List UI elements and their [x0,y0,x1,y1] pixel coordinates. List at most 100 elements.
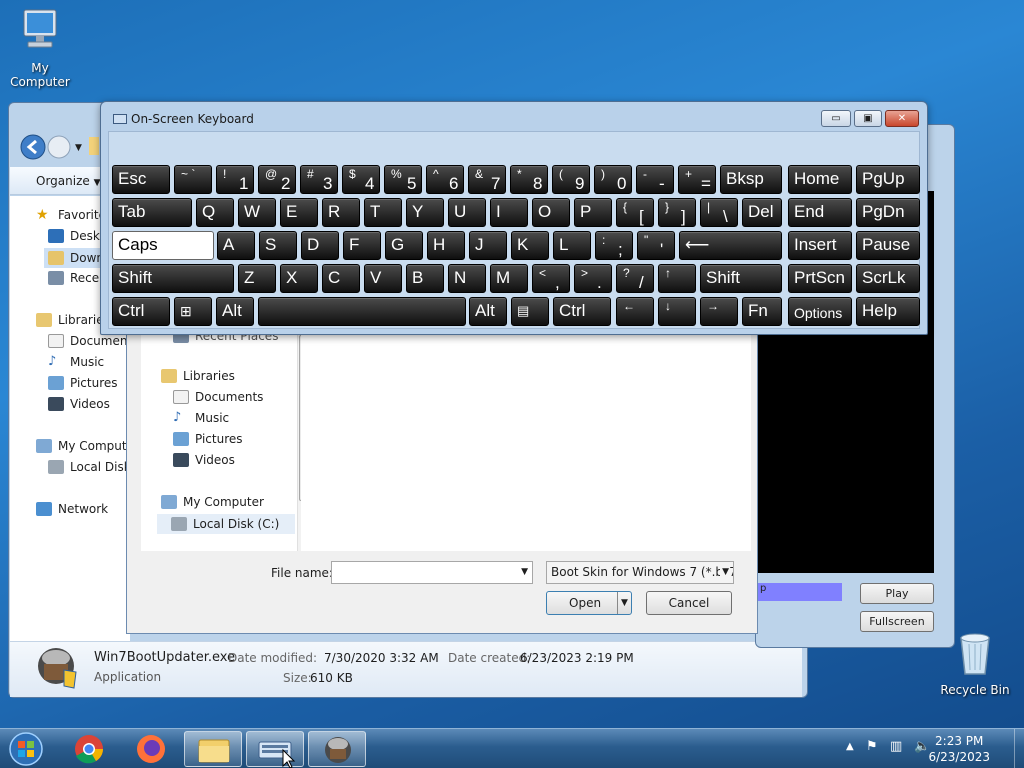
key-3[interactable]: #3 [300,165,338,194]
key-o[interactable]: O [532,198,570,227]
dialog-nav-videos[interactable]: Videos [173,453,235,467]
file-type-select[interactable]: Boot Skin for Windows 7 (*.bs7) ▼ [546,561,734,584]
key-shift-left[interactable]: Shift [112,264,234,293]
key-end[interactable]: End [788,198,852,227]
key-fn[interactable]: Fn [742,297,782,326]
show-desktop-button[interactable] [1014,729,1024,768]
key-e[interactable]: E [280,198,318,227]
key-ctrl-left[interactable]: Ctrl [112,297,170,326]
open-button[interactable]: Open ▼ [546,591,632,615]
key-insert[interactable]: Insert [788,231,852,260]
key-m[interactable]: M [490,264,528,293]
nav-my-computer[interactable]: My Compute [36,439,134,453]
nav-favorites[interactable]: ★ Favorite [36,208,106,222]
back-button[interactable] [19,133,47,164]
key-comma[interactable]: <, [532,264,570,293]
open-dropdown-icon[interactable]: ▼ [617,592,631,614]
key-1[interactable]: ! 1 [216,165,254,194]
key-caps[interactable]: Caps [112,231,214,260]
key-tab[interactable]: Tab [112,198,192,227]
key-r[interactable]: R [322,198,360,227]
key-backtick[interactable]: ~ ` [174,165,212,194]
file-name-input[interactable]: ▼ [331,561,533,584]
key-pgdn[interactable]: PgDn [856,198,920,227]
chevron-down-icon[interactable]: ▼ [521,562,528,583]
restore-button[interactable]: ▣ [854,110,882,127]
clock[interactable]: 2:23 PM 6/23/2023 [928,733,990,765]
key-u[interactable]: U [448,198,486,227]
key-4[interactable]: $4 [342,165,380,194]
nav-music[interactable]: ♪ Music [48,355,104,370]
key-ctrl-right[interactable]: Ctrl [553,297,611,326]
start-button[interactable] [6,731,46,768]
key-c[interactable]: C [322,264,360,293]
taskbar-win7bootupdater[interactable] [308,731,366,767]
key-help[interactable]: Help [856,297,920,326]
nav-pictures[interactable]: Pictures [48,376,118,390]
fullscreen-button[interactable]: Fullscreen [860,611,934,632]
key-period[interactable]: >. [574,264,612,293]
key-s[interactable]: S [259,231,297,260]
dialog-nav-documents[interactable]: Documents [173,390,263,404]
key-down-arrow[interactable]: ↓ [658,297,696,326]
key-i[interactable]: I [490,198,528,227]
nav-libraries[interactable]: Libraries [36,313,110,327]
key-7[interactable]: & 7 [468,165,506,194]
key-quote[interactable]: " ' [637,231,675,260]
key-6[interactable]: ^ 6 [426,165,464,194]
show-hidden-icons[interactable]: ▲ [846,741,854,752]
key-t[interactable]: T [364,198,402,227]
key-h[interactable]: H [427,231,465,260]
key-2[interactable]: @2 [258,165,296,194]
key-w[interactable]: W [238,198,276,227]
key-x[interactable]: X [280,264,318,293]
key-b[interactable]: B [406,264,444,293]
key-5[interactable]: % 5 [384,165,422,194]
forward-button[interactable] [47,135,71,162]
key-semicolon[interactable]: :; [595,231,633,260]
taskbar-firefox[interactable] [122,731,180,767]
play-button[interactable]: Play [860,583,934,604]
chevron-down-icon[interactable]: ▼ [720,562,729,583]
minimize-button[interactable]: ▭ [821,110,851,127]
dialog-nav-pictures[interactable]: Pictures [173,432,243,446]
key-k[interactable]: K [511,231,549,260]
key-menu[interactable]: ▤ [511,297,549,326]
key-close-bracket[interactable]: }] [658,198,696,227]
key-open-bracket[interactable]: {[ [616,198,654,227]
taskbar-explorer[interactable] [184,731,242,767]
key-slash[interactable]: ? / [616,264,654,293]
dialog-nav-music[interactable]: ♪ Music [173,411,229,426]
key-0[interactable]: ) 0 [594,165,632,194]
key-f[interactable]: F [343,231,381,260]
key-backspace[interactable]: Bksp [720,165,782,194]
key-space[interactable] [258,297,466,326]
key-options[interactable]: Options [788,297,852,326]
key-shift-right[interactable]: Shift [700,264,782,293]
key-l[interactable]: L [553,231,591,260]
key-q[interactable]: Q [196,198,234,227]
key-backslash[interactable]: | \ [700,198,738,227]
history-dropdown-icon[interactable]: ▼ [75,143,82,153]
dialog-nav-my-computer[interactable]: My Computer [161,495,264,509]
taskbar-chrome[interactable] [60,731,118,767]
key-minus[interactable]: -- [636,165,674,194]
key-del[interactable]: Del [742,198,782,227]
key-j[interactable]: J [469,231,507,260]
taskbar-osk[interactable] [246,731,304,768]
nav-network[interactable]: Network [36,502,108,516]
key-y[interactable]: Y [406,198,444,227]
key-enter[interactable]: ⟵ [679,231,782,260]
key-alt-left[interactable]: Alt [216,297,254,326]
key-esc[interactable]: Esc [112,165,170,194]
key-pgup[interactable]: PgUp [856,165,920,194]
key-g[interactable]: G [385,231,423,260]
key-n[interactable]: N [448,264,486,293]
nav-videos[interactable]: Videos [48,397,110,411]
key-a[interactable]: A [217,231,255,260]
key-left-arrow[interactable]: ← [616,297,654,326]
key-v[interactable]: V [364,264,402,293]
desktop-icon-my-computer[interactable]: My Computer [0,8,80,89]
key-9[interactable]: (9 [552,165,590,194]
action-center-icon[interactable]: ⚑ [866,739,882,755]
